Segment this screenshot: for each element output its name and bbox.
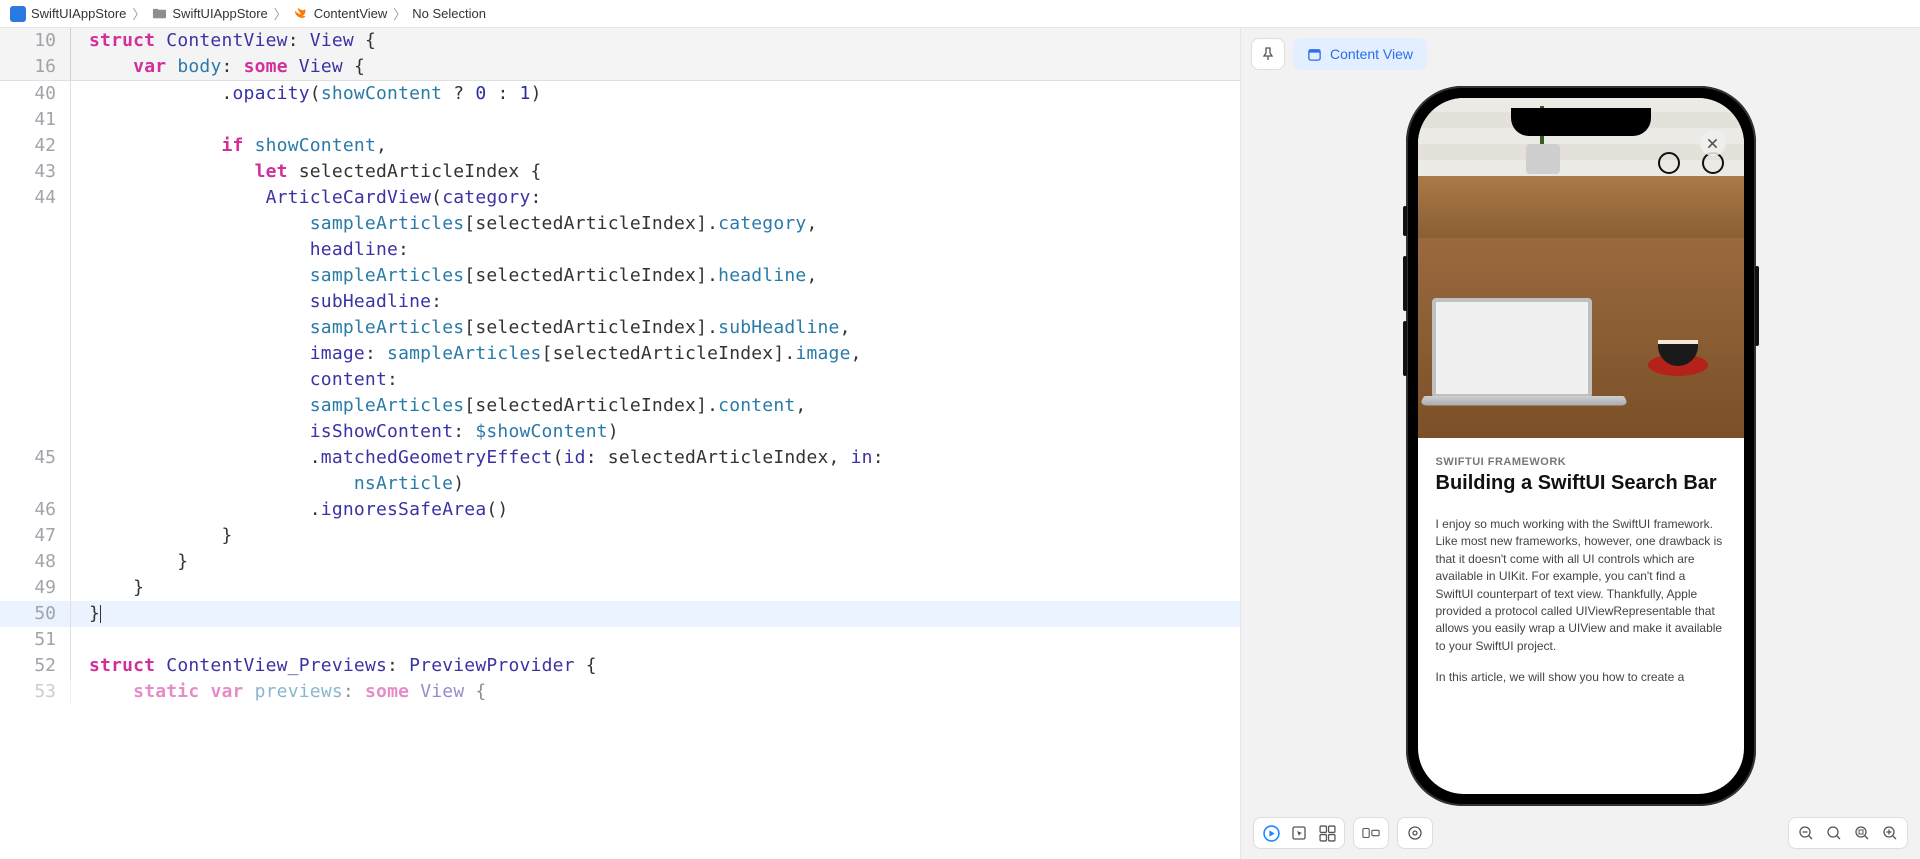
device-screen[interactable]: SWIFTUI FRAMEWORK Building a SwiftUI Sea… (1418, 98, 1744, 794)
line-number: 16 (0, 54, 70, 80)
close-button[interactable] (1700, 130, 1726, 156)
line-number: 52 (0, 653, 70, 679)
breadcrumb-group[interactable]: SwiftUIAppStore (172, 6, 267, 21)
code-text[interactable]: let selectedArticleIndex { (81, 159, 1240, 185)
code-text[interactable]: } (81, 575, 1240, 601)
line-number: 50 (0, 601, 70, 627)
code-text[interactable]: sampleArticles[selectedArticleIndex].sub… (81, 315, 1240, 341)
code-text[interactable]: struct ContentView_Previews: PreviewProv… (81, 653, 1240, 679)
line-number (0, 237, 70, 263)
line-number: 48 (0, 549, 70, 575)
sticky-scope-header[interactable]: 10 struct ContentView: View { 16 var body:… (0, 28, 1240, 81)
line-number: 46 (0, 497, 70, 523)
line-number: 43 (0, 159, 70, 185)
content-view-icon (1307, 47, 1322, 62)
code-text[interactable]: struct ContentView: View { (81, 28, 1240, 54)
article-content: In this article, we will show you how to… (1436, 669, 1726, 686)
line-number (0, 315, 70, 341)
line-number: 49 (0, 575, 70, 601)
breadcrumb-selection[interactable]: No Selection (412, 6, 486, 21)
line-number: 45 (0, 445, 70, 471)
preview-canvas: Content View (1240, 28, 1920, 859)
code-text[interactable]: .opacity(showContent ? 0 : 1) (81, 81, 1240, 107)
zoom-actual-button[interactable] (1825, 824, 1843, 842)
line-number (0, 289, 70, 315)
code-text[interactable]: } (81, 549, 1240, 575)
code-text[interactable]: image: sampleArticles[selectedArticleInd… (81, 341, 1240, 367)
article-headline: Building a SwiftUI Search Bar (1436, 471, 1726, 496)
zoom-in-button[interactable] (1881, 824, 1899, 842)
line-number: 53 (0, 679, 70, 705)
pin-preview-button[interactable] (1251, 38, 1285, 70)
device-settings-icon (1362, 824, 1380, 842)
code-body[interactable]: 40 .opacity(showContent ? 0 : 1) 41 42 if… (0, 81, 1240, 859)
code-text[interactable]: sampleArticles[selectedArticleIndex].hea… (81, 263, 1240, 289)
line-number: 44 (0, 185, 70, 211)
zoom-out-button[interactable] (1797, 824, 1815, 842)
preview-selector-chip[interactable]: Content View (1293, 38, 1427, 70)
line-number (0, 211, 70, 237)
variants-preview-button[interactable] (1318, 824, 1336, 842)
side-button (1755, 266, 1759, 346)
code-text[interactable]: nsArticle) (81, 471, 1240, 497)
preview-settings-button[interactable] (1397, 817, 1433, 849)
code-text[interactable]: } (81, 601, 1240, 627)
code-text[interactable]: var body: some View { (81, 54, 1240, 80)
code-text[interactable]: headline: (81, 237, 1240, 263)
line-number (0, 367, 70, 393)
zoom-group (1788, 817, 1908, 849)
code-text[interactable]: static var previews: some View { (81, 679, 1240, 705)
side-button (1403, 321, 1407, 376)
gear-icon (1406, 824, 1424, 842)
code-text[interactable]: sampleArticles[selectedArticleIndex].con… (81, 393, 1240, 419)
line-number (0, 471, 70, 497)
line-number: 10 (0, 28, 70, 54)
code-text[interactable]: subHeadline: (81, 289, 1240, 315)
line-number: 47 (0, 523, 70, 549)
code-text[interactable]: sampleArticles[selectedArticleIndex].cat… (81, 211, 1240, 237)
breadcrumb-file[interactable]: ContentView (314, 6, 387, 21)
chip-label: Content View (1330, 46, 1413, 62)
code-text[interactable]: content: (81, 367, 1240, 393)
folder-icon (151, 6, 167, 22)
code-text[interactable]: } (81, 523, 1240, 549)
article-hero-image (1418, 98, 1744, 438)
chevron-right-icon: 〉 (393, 4, 406, 23)
code-text[interactable]: ArticleCardView(category: (81, 185, 1240, 211)
zoom-fit-button[interactable] (1853, 824, 1871, 842)
article-eyebrow: SWIFTUI FRAMEWORK (1436, 456, 1726, 468)
side-button (1403, 206, 1407, 236)
live-preview-button[interactable] (1262, 824, 1280, 842)
device-settings-button[interactable] (1353, 817, 1389, 849)
code-text[interactable]: .matchedGeometryEffect(id: selectedArtic… (81, 445, 1240, 471)
selectable-preview-button[interactable] (1290, 824, 1308, 842)
line-number (0, 341, 70, 367)
line-number: 40 (0, 81, 70, 107)
code-text[interactable] (81, 107, 1240, 133)
line-number: 51 (0, 627, 70, 653)
line-number: 41 (0, 107, 70, 133)
line-number (0, 393, 70, 419)
project-icon (10, 6, 26, 22)
chevron-right-icon: 〉 (274, 4, 287, 23)
code-editor[interactable]: 10 struct ContentView: View { 16 var body:… (0, 28, 1240, 859)
code-text[interactable] (81, 627, 1240, 653)
device-bezel: SWIFTUI FRAMEWORK Building a SwiftUI Sea… (1406, 86, 1756, 806)
breadcrumb-project[interactable]: SwiftUIAppStore (31, 6, 126, 21)
line-number (0, 263, 70, 289)
article-content: I enjoy so much working with the SwiftUI… (1436, 516, 1726, 655)
preview-mode-group (1253, 817, 1345, 849)
code-text[interactable]: .ignoresSafeArea() (81, 497, 1240, 523)
breadcrumb[interactable]: SwiftUIAppStore 〉 SwiftUIAppStore 〉 Cont… (0, 0, 1920, 28)
line-number (0, 419, 70, 445)
swift-file-icon (293, 6, 309, 22)
side-button (1403, 256, 1407, 311)
code-text[interactable]: isShowContent: $showContent) (81, 419, 1240, 445)
device-notch (1511, 108, 1651, 136)
preview-toolbar (1241, 807, 1920, 859)
chevron-right-icon: 〉 (132, 4, 145, 23)
code-text[interactable]: if showContent, (81, 133, 1240, 159)
line-number: 42 (0, 133, 70, 159)
